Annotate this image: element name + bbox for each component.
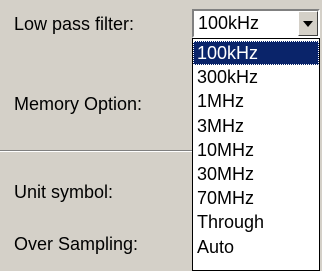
option-10mhz[interactable]: 10MHz [193,138,319,162]
combobox-value: 100kHz [198,13,260,33]
chevron-down-icon [303,21,313,27]
option-through[interactable]: Through [193,210,319,234]
option-auto[interactable]: Auto [193,235,319,259]
option-1mhz[interactable]: 1MHz [193,89,319,113]
option-300khz[interactable]: 300kHz [193,65,319,89]
option-3mhz[interactable]: 3MHz [193,114,319,138]
unit-symbol-label: Unit symbol: [14,182,114,202]
option-70mhz[interactable]: 70MHz [193,186,319,210]
memory-option-label: Memory Option: [14,94,143,114]
low-pass-filter-dropdown-list[interactable]: 100kHz 300kHz 1MHz 3MHz 10MHz 30MHz 70MH… [192,38,320,271]
low-pass-filter-label: Low pass filter: [14,14,135,34]
option-100khz[interactable]: 100kHz [193,41,319,66]
option-30mhz[interactable]: 30MHz [193,162,319,186]
over-sampling-label: Over Sampling: [14,234,139,254]
low-pass-filter-combobox[interactable]: 100kHz [192,9,320,38]
dropdown-button[interactable] [298,11,318,36]
section-divider [0,150,192,152]
